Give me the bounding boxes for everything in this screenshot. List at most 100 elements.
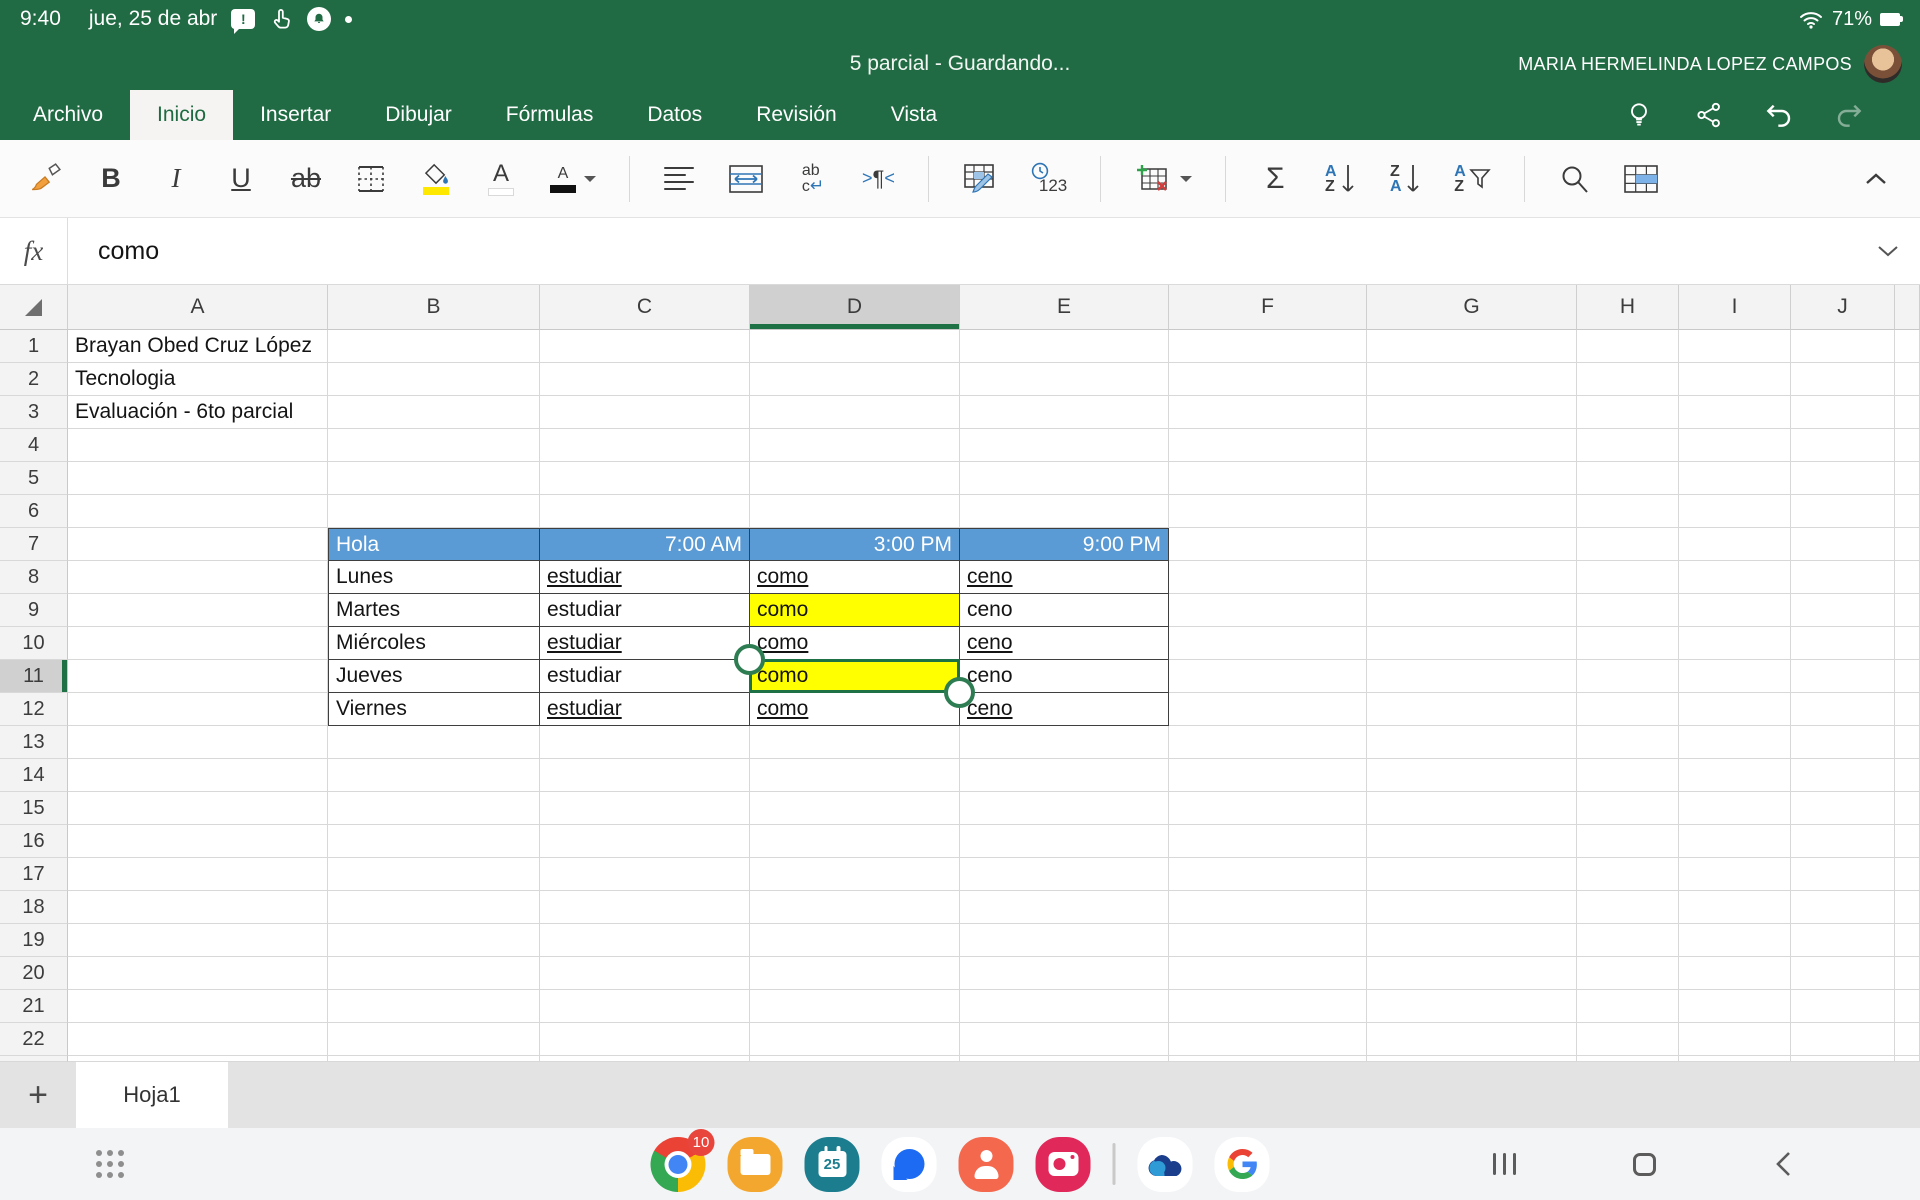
- cell-D8[interactable]: como: [750, 561, 960, 594]
- cell-C15[interactable]: [540, 792, 750, 825]
- cell-E7[interactable]: 9:00 PM: [960, 528, 1169, 561]
- cell-F5[interactable]: [1169, 462, 1367, 495]
- cell-B14[interactable]: [328, 759, 540, 792]
- cell-E2[interactable]: [960, 363, 1169, 396]
- camera-app-icon[interactable]: [1036, 1137, 1091, 1192]
- bold-button[interactable]: B: [95, 155, 127, 203]
- cell-G5[interactable]: [1367, 462, 1577, 495]
- cell-I16[interactable]: [1679, 825, 1791, 858]
- cell-C20[interactable]: [540, 957, 750, 990]
- column-header-C[interactable]: C: [540, 285, 750, 330]
- cell-D15[interactable]: [750, 792, 960, 825]
- cell-F11[interactable]: [1169, 660, 1367, 693]
- cell-F6[interactable]: [1169, 495, 1367, 528]
- cell-B20[interactable]: [328, 957, 540, 990]
- app-drawer-button[interactable]: [96, 1150, 124, 1178]
- font-color-button[interactable]: A: [550, 155, 596, 203]
- cell-J10[interactable]: [1791, 627, 1895, 660]
- cell-H17[interactable]: [1577, 858, 1679, 891]
- cell-A14[interactable]: [68, 759, 328, 792]
- cell-G14[interactable]: [1367, 759, 1577, 792]
- cell-I5[interactable]: [1679, 462, 1791, 495]
- cell-C21[interactable]: [540, 990, 750, 1023]
- share-icon[interactable]: [1692, 98, 1726, 132]
- cell-E15[interactable]: [960, 792, 1169, 825]
- cell-C10[interactable]: estudiar: [540, 627, 750, 660]
- cell-G19[interactable]: [1367, 924, 1577, 957]
- cell-E22[interactable]: [960, 1023, 1169, 1056]
- cell-H1[interactable]: [1577, 330, 1679, 363]
- google-icon[interactable]: [1215, 1137, 1270, 1192]
- selection-handle-bottom-right[interactable]: [944, 677, 975, 708]
- cell-C3[interactable]: [540, 396, 750, 429]
- cell-J6[interactable]: [1791, 495, 1895, 528]
- back-button[interactable]: [1766, 1146, 1802, 1182]
- cell-G1[interactable]: [1367, 330, 1577, 363]
- cell-C7[interactable]: 7:00 AM: [540, 528, 750, 561]
- files-icon[interactable]: [728, 1137, 783, 1192]
- cell-F12[interactable]: [1169, 693, 1367, 726]
- cell-D19[interactable]: [750, 924, 960, 957]
- column-header-I[interactable]: I: [1679, 285, 1791, 330]
- calendar-icon[interactable]: 25: [805, 1137, 860, 1192]
- cell-A13[interactable]: [68, 726, 328, 759]
- cell-B6[interactable]: [328, 495, 540, 528]
- cell-F2[interactable]: [1169, 363, 1367, 396]
- cell-E9[interactable]: ceno: [960, 594, 1169, 627]
- cell-D18[interactable]: [750, 891, 960, 924]
- cell-A5[interactable]: [68, 462, 328, 495]
- cell-A19[interactable]: [68, 924, 328, 957]
- tab-revisión[interactable]: Revisión: [729, 90, 864, 140]
- cell-A21[interactable]: [68, 990, 328, 1023]
- cell-B11[interactable]: Jueves: [328, 660, 540, 693]
- cell-E8[interactable]: ceno: [960, 561, 1169, 594]
- account-area[interactable]: MARIA HERMELINDA LOPEZ CAMPOS: [1518, 45, 1902, 83]
- row-header-2[interactable]: 2: [0, 363, 68, 396]
- cell-A17[interactable]: [68, 858, 328, 891]
- row-header-13[interactable]: 13: [0, 726, 68, 759]
- row-header-17[interactable]: 17: [0, 858, 68, 891]
- row-header-22[interactable]: 22: [0, 1023, 68, 1056]
- column-header-D[interactable]: D: [750, 285, 960, 330]
- cell-B4[interactable]: [328, 429, 540, 462]
- cell-J11[interactable]: [1791, 660, 1895, 693]
- filter-button[interactable]: AZ: [1454, 155, 1491, 203]
- cell-A18[interactable]: [68, 891, 328, 924]
- home-button[interactable]: [1626, 1146, 1662, 1182]
- cell-I19[interactable]: [1679, 924, 1791, 957]
- cell-I22[interactable]: [1679, 1023, 1791, 1056]
- cell-H2[interactable]: [1577, 363, 1679, 396]
- cell-E10[interactable]: ceno: [960, 627, 1169, 660]
- cell-I18[interactable]: [1679, 891, 1791, 924]
- cell-A3[interactable]: Evaluación - 6to parcial: [68, 396, 328, 429]
- cell-F9[interactable]: [1169, 594, 1367, 627]
- cell-I11[interactable]: [1679, 660, 1791, 693]
- cell-B17[interactable]: [328, 858, 540, 891]
- cell-I15[interactable]: [1679, 792, 1791, 825]
- cell-G11[interactable]: [1367, 660, 1577, 693]
- row-header-14[interactable]: 14: [0, 759, 68, 792]
- cell-F20[interactable]: [1169, 957, 1367, 990]
- cell-A12[interactable]: [68, 693, 328, 726]
- cell-B12[interactable]: Viernes: [328, 693, 540, 726]
- cell-F17[interactable]: [1169, 858, 1367, 891]
- cell-G21[interactable]: [1367, 990, 1577, 1023]
- cell-E6[interactable]: [960, 495, 1169, 528]
- cell-G4[interactable]: [1367, 429, 1577, 462]
- cell-E20[interactable]: [960, 957, 1169, 990]
- search-button[interactable]: [1558, 155, 1590, 203]
- cell-E16[interactable]: [960, 825, 1169, 858]
- cell-F18[interactable]: [1169, 891, 1367, 924]
- cell-B8[interactable]: Lunes: [328, 561, 540, 594]
- cell-H12[interactable]: [1577, 693, 1679, 726]
- cell-J12[interactable]: [1791, 693, 1895, 726]
- cell-J19[interactable]: [1791, 924, 1895, 957]
- cell-D6[interactable]: [750, 495, 960, 528]
- cell-I14[interactable]: [1679, 759, 1791, 792]
- column-header-G[interactable]: G: [1367, 285, 1577, 330]
- italic-button[interactable]: I: [160, 155, 192, 203]
- cell-A10[interactable]: [68, 627, 328, 660]
- row-header-15[interactable]: 15: [0, 792, 68, 825]
- cell-B22[interactable]: [328, 1023, 540, 1056]
- cell-C2[interactable]: [540, 363, 750, 396]
